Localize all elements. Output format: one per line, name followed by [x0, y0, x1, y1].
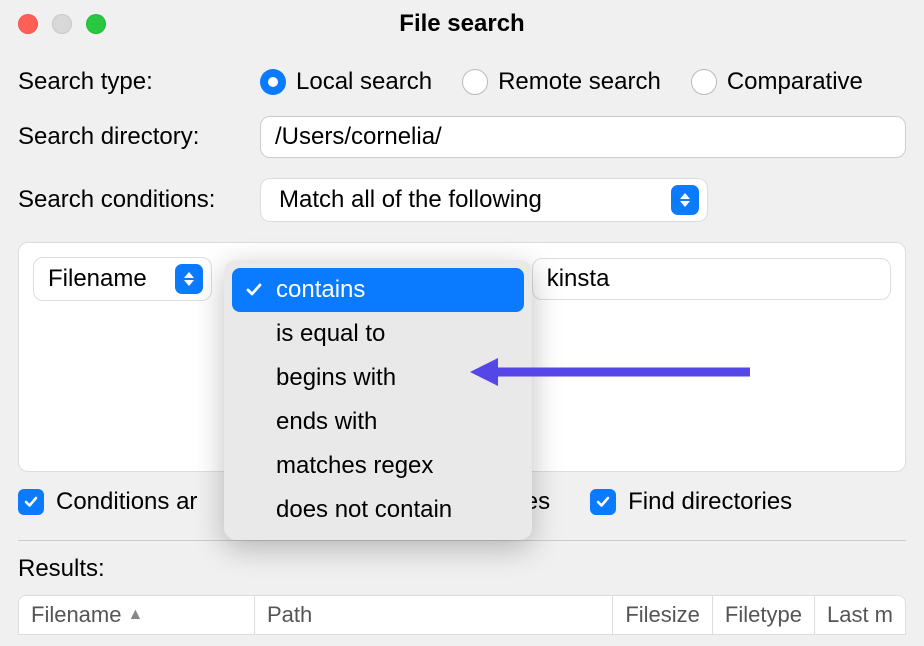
- search-conditions-label: Search conditions:: [18, 186, 260, 214]
- checkbox-icon: [590, 489, 616, 515]
- checkbox-label: Find directories: [628, 488, 792, 516]
- window-controls: [18, 14, 106, 34]
- results-header-filename[interactable]: Filename ▲: [19, 596, 255, 634]
- dropdown-item-label: ends with: [276, 408, 377, 436]
- window-title: File search: [399, 10, 524, 38]
- condition-value-input[interactable]: [532, 258, 891, 300]
- minimize-button[interactable]: [52, 14, 72, 34]
- sort-arrow-icon: ▲: [127, 606, 143, 624]
- file-search-window: File search Search type: Local search Re…: [0, 0, 924, 646]
- dropdown-item-label: matches regex: [276, 452, 433, 480]
- checkbox-icon: [18, 489, 44, 515]
- search-type-row: Search type: Local search Remote search …: [18, 68, 906, 96]
- field-select[interactable]: Filename: [33, 257, 212, 301]
- search-directory-label: Search directory:: [18, 123, 260, 151]
- dropdown-item-label: begins with: [276, 364, 396, 392]
- radio-comparative-search[interactable]: Comparative: [691, 68, 863, 96]
- field-value: Filename: [48, 265, 147, 293]
- dropdown-item-regex[interactable]: ✓ matches regex: [232, 444, 524, 488]
- conditions-checkbox[interactable]: Conditions ar: [18, 488, 197, 516]
- dropdown-item-equal[interactable]: ✓ is equal to: [232, 312, 524, 356]
- find-directories-checkbox[interactable]: Find directories: [590, 488, 792, 516]
- results-table: Filename ▲ Path Filesize Filetype Last m: [18, 595, 906, 635]
- search-directory-input[interactable]: [260, 116, 906, 158]
- dropdown-item-not-contain[interactable]: ✓ does not contain: [232, 488, 524, 532]
- select-value: Match all of the following: [279, 186, 542, 214]
- radio-label: Local search: [296, 68, 432, 96]
- results-header-filesize[interactable]: Filesize: [613, 596, 713, 634]
- results-header-filetype[interactable]: Filetype: [713, 596, 815, 634]
- radio-local-search[interactable]: Local search: [260, 68, 432, 96]
- operator-dropdown-menu: contains ✓ is equal to ✓ begins with ✓ e…: [224, 260, 532, 540]
- checkmark-icon: [244, 281, 264, 299]
- dropdown-item-label: contains: [276, 276, 365, 304]
- radio-remote-search[interactable]: Remote search: [462, 68, 661, 96]
- radio-label: Comparative: [727, 68, 863, 96]
- search-type-radio-group: Local search Remote search Comparative: [260, 68, 863, 96]
- dropdown-item-ends[interactable]: ✓ ends with: [232, 400, 524, 444]
- dropdown-item-contains[interactable]: contains: [232, 268, 524, 312]
- divider: [18, 540, 906, 541]
- conditions-match-select[interactable]: Match all of the following: [260, 178, 708, 222]
- close-button[interactable]: [18, 14, 38, 34]
- results-header-path[interactable]: Path: [255, 596, 613, 634]
- search-directory-row: Search directory:: [18, 116, 906, 158]
- search-conditions-row: Search conditions: Match all of the foll…: [18, 178, 906, 222]
- dropdown-item-label: does not contain: [276, 496, 452, 524]
- dropdown-item-label: is equal to: [276, 320, 385, 348]
- results-label: Results:: [18, 555, 906, 583]
- maximize-button[interactable]: [86, 14, 106, 34]
- select-arrows-icon: [175, 264, 203, 294]
- search-type-label: Search type:: [18, 68, 260, 96]
- annotation-arrow: [470, 352, 760, 397]
- radio-icon: [691, 69, 717, 95]
- radio-label: Remote search: [498, 68, 661, 96]
- radio-icon: [260, 69, 286, 95]
- results-header-last[interactable]: Last m: [815, 596, 905, 634]
- radio-icon: [462, 69, 488, 95]
- titlebar: File search: [0, 0, 924, 48]
- select-arrows-icon: [671, 185, 699, 215]
- checkbox-label: Conditions ar: [56, 488, 197, 516]
